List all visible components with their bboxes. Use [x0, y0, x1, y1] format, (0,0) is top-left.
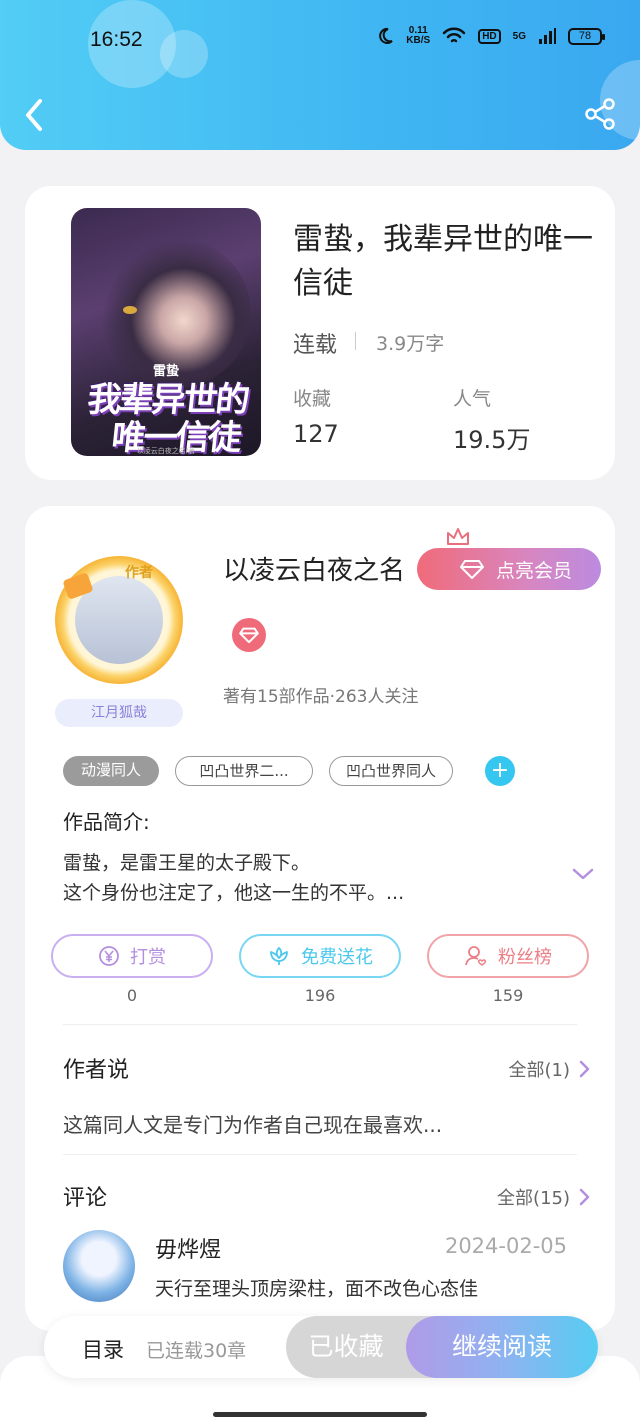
- signal-label: 5G: [512, 30, 526, 42]
- home-indicator[interactable]: [213, 1412, 427, 1417]
- header: 16:52 0.11 KB/S HD 5G 78: [0, 0, 640, 150]
- toc-button[interactable]: 目录: [82, 1334, 124, 1364]
- tip-button[interactable]: 打赏: [51, 934, 213, 978]
- decor-bubble: [160, 30, 208, 78]
- word-count: 3.9万字: [376, 333, 445, 355]
- author-says-more[interactable]: 全部(1): [509, 1056, 591, 1082]
- yen-icon: [99, 946, 119, 966]
- back-button[interactable]: [20, 95, 50, 135]
- author-says-title: 作者说: [63, 1058, 130, 1083]
- comment-text[interactable]: 天行至理头顶房梁柱，面不改色心态佳: [155, 1274, 478, 1301]
- comments-more[interactable]: 全部(15): [497, 1184, 590, 1210]
- fan-rank-label: 粉丝榜: [498, 947, 552, 968]
- avatar[interactable]: [63, 1230, 135, 1302]
- author-says-text[interactable]: 这篇同人文是专门为作者自己现在最喜欢...: [63, 1109, 442, 1138]
- intro-line: 这个身份也注定了，他这一生的不平。...: [63, 882, 405, 904]
- comments-title: 评论: [63, 1186, 108, 1211]
- chapter-count[interactable]: 已连载30章: [146, 1336, 246, 1363]
- flower-icon: [270, 947, 288, 965]
- comments-more-label: 全部(15): [497, 1188, 570, 1209]
- send-flower-label: 免费送花: [301, 947, 373, 968]
- chevron-right-icon: [579, 1060, 590, 1078]
- share-button[interactable]: [582, 96, 618, 132]
- vip-level-badge: [232, 618, 266, 652]
- moon-icon: [379, 27, 393, 44]
- net-speed-unit: KB/S: [406, 35, 431, 46]
- book-status: 连载: [293, 333, 338, 358]
- tag-item[interactable]: 凹凸世界同人: [329, 756, 453, 786]
- stat-popularity-value: 19.5万: [453, 426, 531, 454]
- book-info-card: 雷蛰 我辈异世的 唯一信徒 以凌云白夜之名/著 雷蛰，我辈异世的唯一信徒 连载 …: [25, 186, 615, 480]
- expand-chevron-icon[interactable]: [571, 866, 595, 882]
- vip-label: 点亮会员: [495, 559, 572, 582]
- cover-author: 以凌云白夜之名/著: [136, 447, 196, 455]
- favorited-label: 已收藏: [308, 1332, 384, 1361]
- battery-indicator: 78: [568, 27, 605, 45]
- stat-favorites-label: 收藏: [293, 388, 332, 410]
- fan-icon: [465, 946, 487, 966]
- intro-label: 作品简介:: [63, 810, 150, 834]
- tag-item[interactable]: 凹凸世界二...: [175, 756, 313, 786]
- author-name[interactable]: 以凌云白夜之名: [223, 550, 405, 587]
- divider: [355, 332, 356, 350]
- wifi-icon: [442, 27, 466, 43]
- send-flower-button[interactable]: 免费送花: [239, 934, 401, 978]
- diamond-icon: [239, 627, 259, 643]
- net-speed: 0.11 KB/S: [406, 26, 430, 46]
- tag-item[interactable]: 动漫同人: [63, 756, 159, 786]
- divider: [63, 1024, 577, 1025]
- author-avatar[interactable]: 作者: [55, 556, 183, 684]
- status-time: 16:52: [90, 28, 143, 51]
- comment-date: 2024-02-05: [444, 1234, 567, 1258]
- author-tag: 江月狐哉: [55, 699, 183, 727]
- book-cover[interactable]: 雷蛰 我辈异世的 唯一信徒 以凌云白夜之名/著: [71, 208, 261, 456]
- details-card: 作者 江月狐哉 以凌云白夜之名 点亮会员 著有15部作品·263人关注 动漫同人…: [25, 506, 615, 1331]
- vip-button[interactable]: 点亮会员: [417, 548, 601, 590]
- crown-icon: [447, 528, 469, 545]
- chevron-right-icon: [579, 1188, 590, 1206]
- add-tag-button[interactable]: +: [485, 756, 515, 786]
- tip-count: 0: [126, 986, 138, 1005]
- tip-label: 打赏: [130, 947, 166, 968]
- diamond-icon: [459, 560, 484, 579]
- signal-icon: [539, 28, 556, 44]
- comment-user[interactable]: 毋烨煜: [155, 1232, 221, 1264]
- fan-rank-button[interactable]: 粉丝榜: [427, 934, 589, 978]
- fan-count: 159: [492, 986, 524, 1005]
- intro-line: 雷蛰，是雷王星的太子殿下。: [63, 852, 311, 874]
- divider: [63, 1154, 577, 1155]
- intro-text: 雷蛰，是雷王星的太子殿下。 这个身份也注定了，他这一生的不平。...: [63, 848, 533, 908]
- cover-eye: [123, 306, 137, 314]
- hd-badge: HD: [478, 28, 501, 44]
- bottom-action-bar: 目录 已连载30章 已收藏 继续阅读: [44, 1316, 598, 1378]
- author-badge: 作者: [125, 565, 153, 581]
- author-meta: 著有15部作品·263人关注: [223, 687, 419, 707]
- status-icons: 0.11 KB/S HD 5G 78: [376, 26, 605, 46]
- stat-favorites-value: 127: [293, 420, 339, 448]
- continue-reading-button[interactable]: 继续阅读: [406, 1316, 598, 1378]
- stat-popularity-label: 人气: [453, 388, 492, 410]
- author-says-more-label: 全部(1): [508, 1060, 571, 1081]
- book-title: 雷蛰，我辈异世的唯一信徒: [293, 222, 593, 301]
- flower-count: 196: [304, 986, 336, 1005]
